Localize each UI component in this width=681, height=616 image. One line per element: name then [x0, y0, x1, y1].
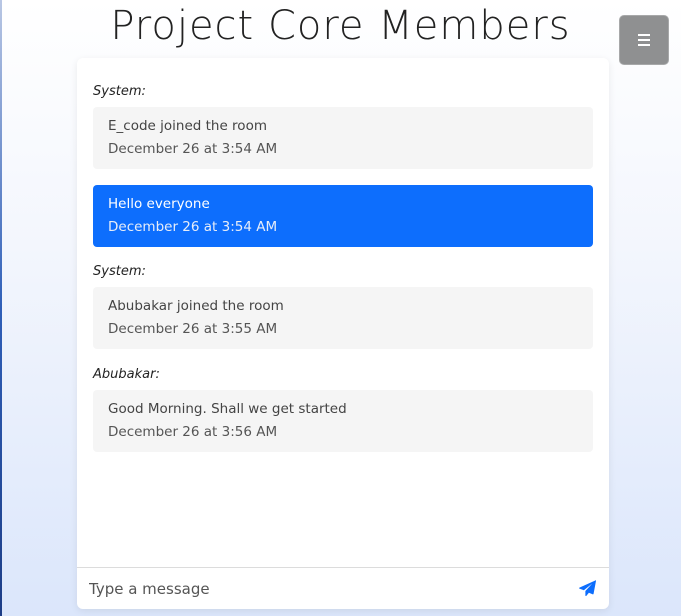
message-timestamp: December 26 at 3:54 AM: [108, 141, 278, 157]
paper-plane-icon: [578, 580, 596, 597]
send-button[interactable]: [565, 569, 609, 609]
message-timestamp: December 26 at 3:56 AM: [108, 424, 278, 440]
message-sender: System:: [93, 84, 146, 99]
message-text: Abubakar joined the room: [108, 298, 284, 314]
page-title: Project Core Members: [110, 3, 571, 49]
window-left-edge: [0, 0, 2, 616]
message-sender: Abubakar:: [93, 367, 160, 382]
own-message-bubble: Hello everyone December 26 at 3:54 AM: [93, 185, 593, 247]
message-list[interactable]: System: E_code joined the room December …: [93, 58, 593, 567]
message-bubble: Abubakar joined the room December 26 at …: [93, 287, 593, 349]
message-text: E_code joined the room: [108, 118, 267, 134]
menu-button[interactable]: [619, 15, 669, 65]
chat-panel: System: E_code joined the room December …: [77, 58, 609, 609]
message-composer: [77, 567, 609, 609]
hamburger-menu-icon: [638, 34, 650, 46]
message-text: Good Morning. Shall we get started: [108, 401, 347, 417]
message-input[interactable]: [77, 568, 565, 609]
message-bubble: Good Morning. Shall we get started Decem…: [93, 390, 593, 452]
message-sender: System:: [93, 264, 146, 279]
message-text: Hello everyone: [108, 196, 210, 212]
message-bubble: E_code joined the room December 26 at 3:…: [93, 107, 593, 169]
message-timestamp: December 26 at 3:54 AM: [108, 219, 278, 235]
message-timestamp: December 26 at 3:55 AM: [108, 321, 278, 337]
